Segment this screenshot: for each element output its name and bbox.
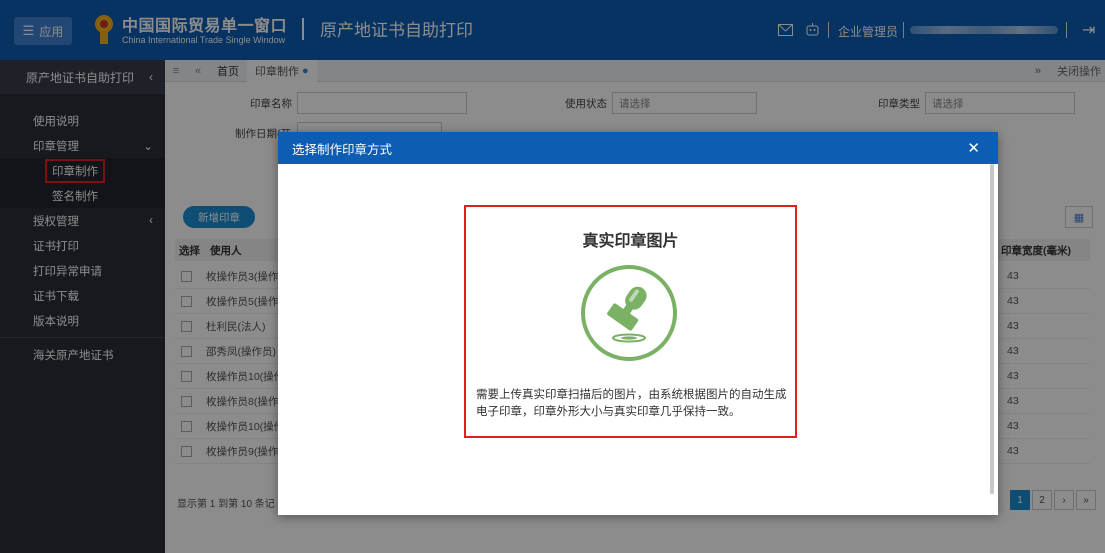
- dialog-header: 选择制作印章方式 ✕: [278, 132, 998, 164]
- option-title: 真实印章图片: [582, 233, 679, 250]
- stamp-icon: [581, 265, 677, 361]
- select-seal-method-dialog: 选择制作印章方式 ✕ 真实印章图片 需要上传真实印章扫描后的图片，由系统根据图片…: [278, 132, 998, 515]
- dialog-title: 选择制作印章方式: [292, 142, 393, 157]
- option-description: 需要上传真实印章扫描后的图片，由系统根据图片的自动生成电子印章，印章外形大小与真…: [476, 389, 787, 418]
- dialog-scrollbar[interactable]: [990, 164, 994, 494]
- real-seal-image-option[interactable]: 真实印章图片 需要上传真实印章扫描后的图片，由系统根据图片的自动生成电子印章，印…: [464, 205, 797, 438]
- close-icon[interactable]: ✕: [967, 139, 980, 157]
